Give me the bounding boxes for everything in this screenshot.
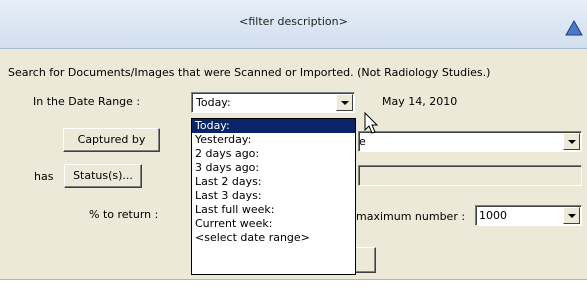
chevron-down-icon bbox=[341, 101, 349, 105]
filter-description-title: <filter description> bbox=[239, 15, 348, 28]
status-button[interactable]: Status(s)... bbox=[64, 164, 142, 188]
maximum-number-value: 1000 bbox=[479, 209, 507, 222]
date-display: May 14, 2010 bbox=[382, 95, 458, 108]
mouse-cursor-icon bbox=[364, 112, 379, 134]
collapse-triangle-icon[interactable] bbox=[565, 20, 583, 36]
captured-by-button[interactable]: Captured by bbox=[63, 128, 160, 152]
percent-to-return-label: % to return : bbox=[89, 208, 159, 221]
maximum-number-dropdown-button[interactable] bbox=[563, 207, 580, 224]
date-range-dropdown-button[interactable] bbox=[336, 94, 353, 111]
date-range-dropdown-list[interactable]: Today: Yesterday: 2 days ago: 3 days ago… bbox=[191, 118, 356, 275]
chevron-down-icon bbox=[568, 140, 576, 144]
date-range-value: Today: bbox=[196, 96, 231, 109]
captured-by-value: e bbox=[359, 135, 366, 148]
date-range-select[interactable]: Today: bbox=[191, 92, 355, 113]
date-option-last-2-days[interactable]: Last 2 days: bbox=[192, 175, 355, 189]
status-display bbox=[358, 165, 582, 186]
date-option-2-days-ago[interactable]: 2 days ago: bbox=[192, 147, 355, 161]
maximum-number-select[interactable]: 1000 bbox=[475, 205, 582, 226]
date-option-current-week[interactable]: Current week: bbox=[192, 217, 355, 231]
date-range-label: In the Date Range : bbox=[33, 95, 141, 108]
date-option-last-full-week[interactable]: Last full week: bbox=[192, 203, 355, 217]
maximum-number-label: maximum number : bbox=[356, 210, 466, 223]
has-label: has bbox=[34, 170, 54, 183]
panel-divider bbox=[0, 279, 587, 280]
search-description: Search for Documents/Images that were Sc… bbox=[8, 66, 491, 79]
date-option-3-days-ago[interactable]: 3 days ago: bbox=[192, 161, 355, 175]
date-option-select-range[interactable]: <select date range> bbox=[192, 231, 355, 245]
date-option-today[interactable]: Today: bbox=[192, 119, 355, 133]
date-option-yesterday[interactable]: Yesterday: bbox=[192, 133, 355, 147]
date-option-last-3-days[interactable]: Last 3 days: bbox=[192, 189, 355, 203]
chevron-down-icon bbox=[568, 214, 576, 218]
captured-by-select[interactable]: e bbox=[358, 131, 582, 152]
filter-header: <filter description> bbox=[0, 0, 587, 49]
captured-by-dropdown-button[interactable] bbox=[563, 133, 580, 150]
